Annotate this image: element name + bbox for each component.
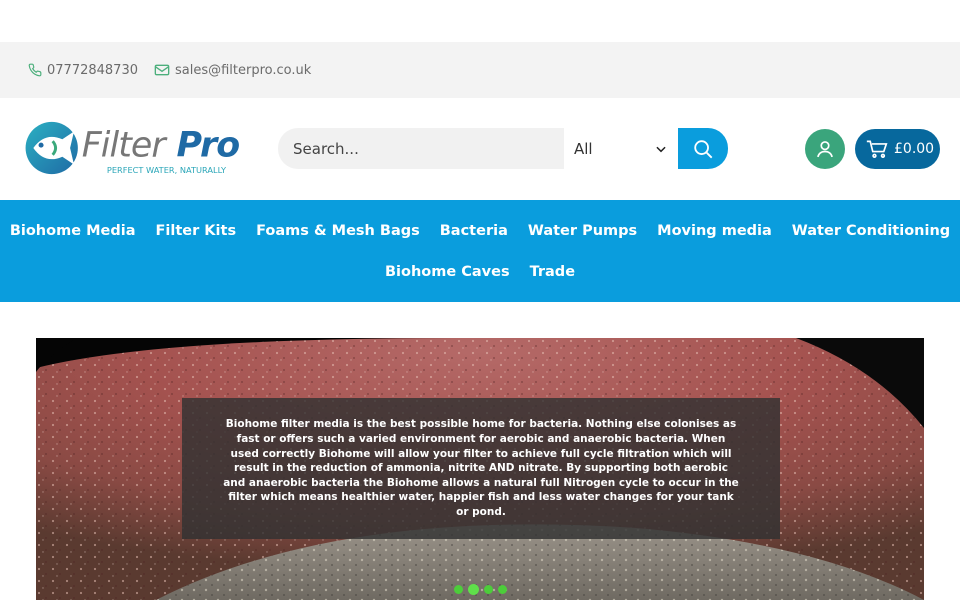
user-icon bbox=[817, 141, 833, 158]
account-button[interactable] bbox=[805, 129, 845, 169]
phone-contact[interactable]: 07772848730 bbox=[28, 63, 138, 78]
chevron-down-icon bbox=[656, 146, 666, 152]
nav-row-1: Biohome Media Filter Kits Foams & Mesh B… bbox=[0, 210, 960, 251]
hero-caption-box: Biohome filter media is the best possibl… bbox=[182, 398, 780, 539]
slider-dots bbox=[454, 584, 507, 595]
phone-icon bbox=[28, 63, 42, 77]
search-button[interactable] bbox=[678, 128, 728, 169]
slider-dot-3[interactable] bbox=[484, 585, 493, 594]
hero-caption-text: Biohome filter media is the best possibl… bbox=[223, 418, 739, 518]
search-input[interactable] bbox=[278, 128, 564, 169]
email-address: sales@filterpro.co.uk bbox=[174, 62, 312, 78]
phone-number: 07772848730 bbox=[47, 62, 138, 78]
cart-icon bbox=[866, 140, 888, 158]
nav-item-biohome-media[interactable]: Biohome Media bbox=[10, 223, 136, 239]
cart-total: £0.00 bbox=[894, 141, 935, 157]
svg-text:PERFECT WATER, NATURALLY: PERFECT WATER, NATURALLY bbox=[107, 165, 227, 175]
nav-item-bacteria[interactable]: Bacteria bbox=[440, 223, 508, 239]
nav-item-foams-mesh-bags[interactable]: Foams & Mesh Bags bbox=[256, 223, 420, 239]
main-navigation: Biohome Media Filter Kits Foams & Mesh B… bbox=[0, 200, 960, 302]
svg-text:Filter: Filter bbox=[82, 126, 169, 166]
slider-dot-1[interactable] bbox=[454, 585, 463, 594]
email-contact[interactable]: sales@filterpro.co.uk bbox=[154, 63, 311, 78]
top-contact-bar: 07772848730 sales@filterpro.co.uk bbox=[0, 42, 960, 98]
nav-item-trade[interactable]: Trade bbox=[530, 264, 575, 280]
nav-item-moving-media[interactable]: Moving media bbox=[657, 223, 772, 239]
category-select[interactable]: All bbox=[564, 128, 678, 169]
category-selected: All bbox=[574, 139, 593, 158]
search-bar: All bbox=[278, 128, 728, 169]
mail-icon bbox=[154, 64, 170, 76]
nav-item-filter-kits[interactable]: Filter Kits bbox=[156, 223, 237, 239]
slider-dot-2[interactable] bbox=[468, 584, 479, 595]
search-icon bbox=[694, 139, 713, 158]
nav-item-water-pumps[interactable]: Water Pumps bbox=[528, 223, 637, 239]
hero-slider[interactable]: Biohome filter media is the best possibl… bbox=[36, 338, 924, 600]
nav-row-2: Biohome Caves Trade bbox=[0, 251, 960, 292]
cart-button[interactable]: £0.00 bbox=[855, 129, 940, 169]
nav-item-water-conditioning[interactable]: Water Conditioning bbox=[792, 223, 950, 239]
slider-dot-4[interactable] bbox=[498, 585, 507, 594]
svg-text:Pro: Pro bbox=[177, 126, 240, 166]
filterpro-logo[interactable]: Filter Pro PERFECT WATER, NATURALLY bbox=[20, 118, 246, 178]
nav-item-biohome-caves[interactable]: Biohome Caves bbox=[385, 264, 510, 280]
